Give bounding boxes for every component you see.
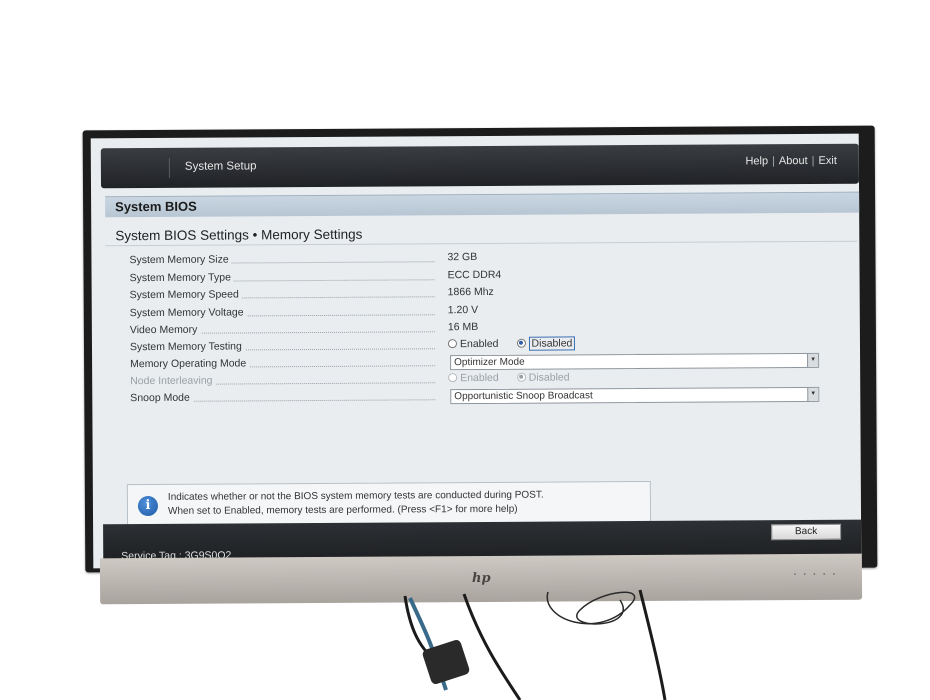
cables-and-stand [403, 589, 667, 700]
power-adapter-icon [422, 640, 470, 684]
